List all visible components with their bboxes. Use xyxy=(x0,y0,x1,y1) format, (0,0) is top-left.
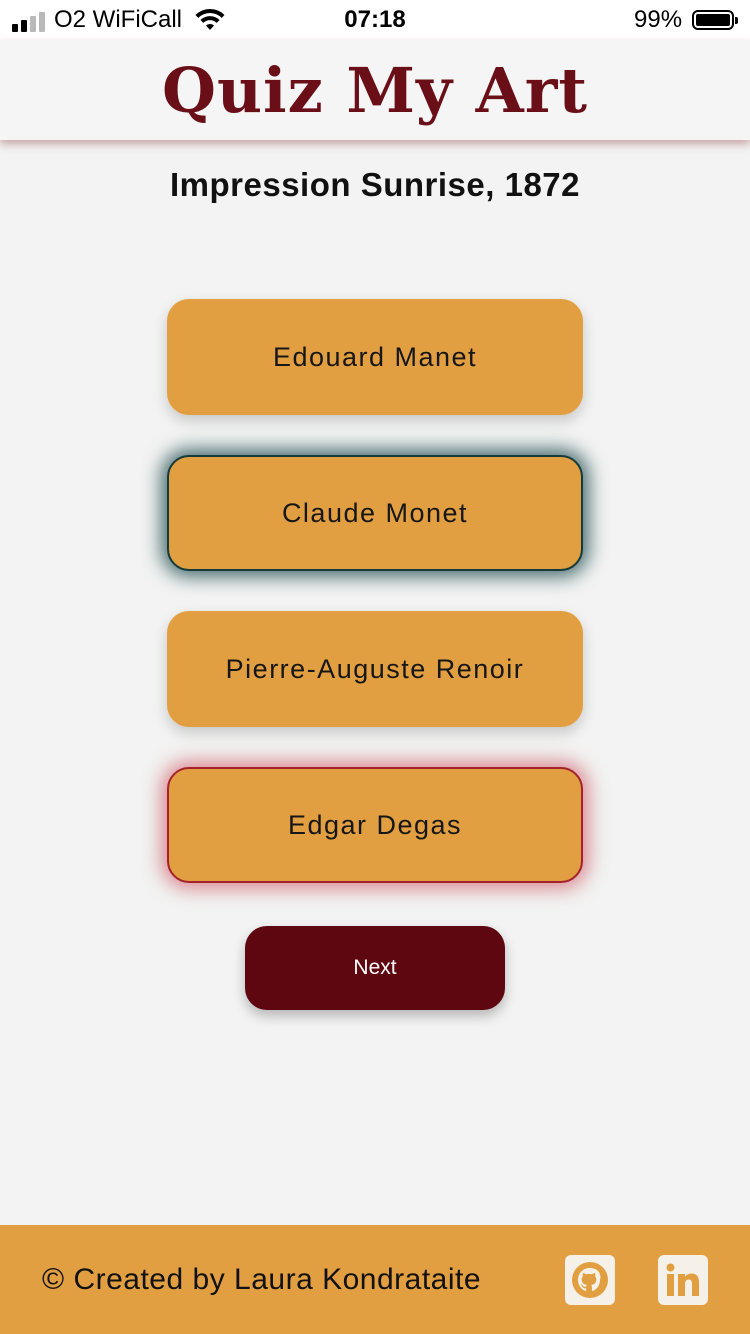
github-icon[interactable] xyxy=(565,1255,615,1305)
answer-button[interactable]: Pierre-Auguste Renoir xyxy=(167,611,583,727)
question-title: Impression Sunrise, 1872 xyxy=(169,166,580,203)
answer-list: Edouard Manet Claude Monet Pierre-August… xyxy=(167,299,583,923)
battery-percentage: 99% xyxy=(634,6,683,33)
footer-credit: © Created by Laura Kondrataite xyxy=(42,1263,482,1296)
footer: © Created by Laura Kondrataite xyxy=(0,1225,750,1334)
app-title: Quiz My Art xyxy=(161,53,589,127)
linkedin-icon[interactable] xyxy=(658,1255,708,1305)
app-header: Quiz My Art xyxy=(0,40,750,140)
answer-button-wrong[interactable]: Edgar Degas xyxy=(167,767,583,883)
next-button[interactable]: Next xyxy=(245,926,505,1010)
answer-button-correct[interactable]: Claude Monet xyxy=(167,455,583,571)
status-bar: O2 WiFiCall 07:18 99% xyxy=(0,0,750,40)
battery-icon xyxy=(692,10,738,30)
answer-button[interactable]: Edouard Manet xyxy=(167,299,583,415)
